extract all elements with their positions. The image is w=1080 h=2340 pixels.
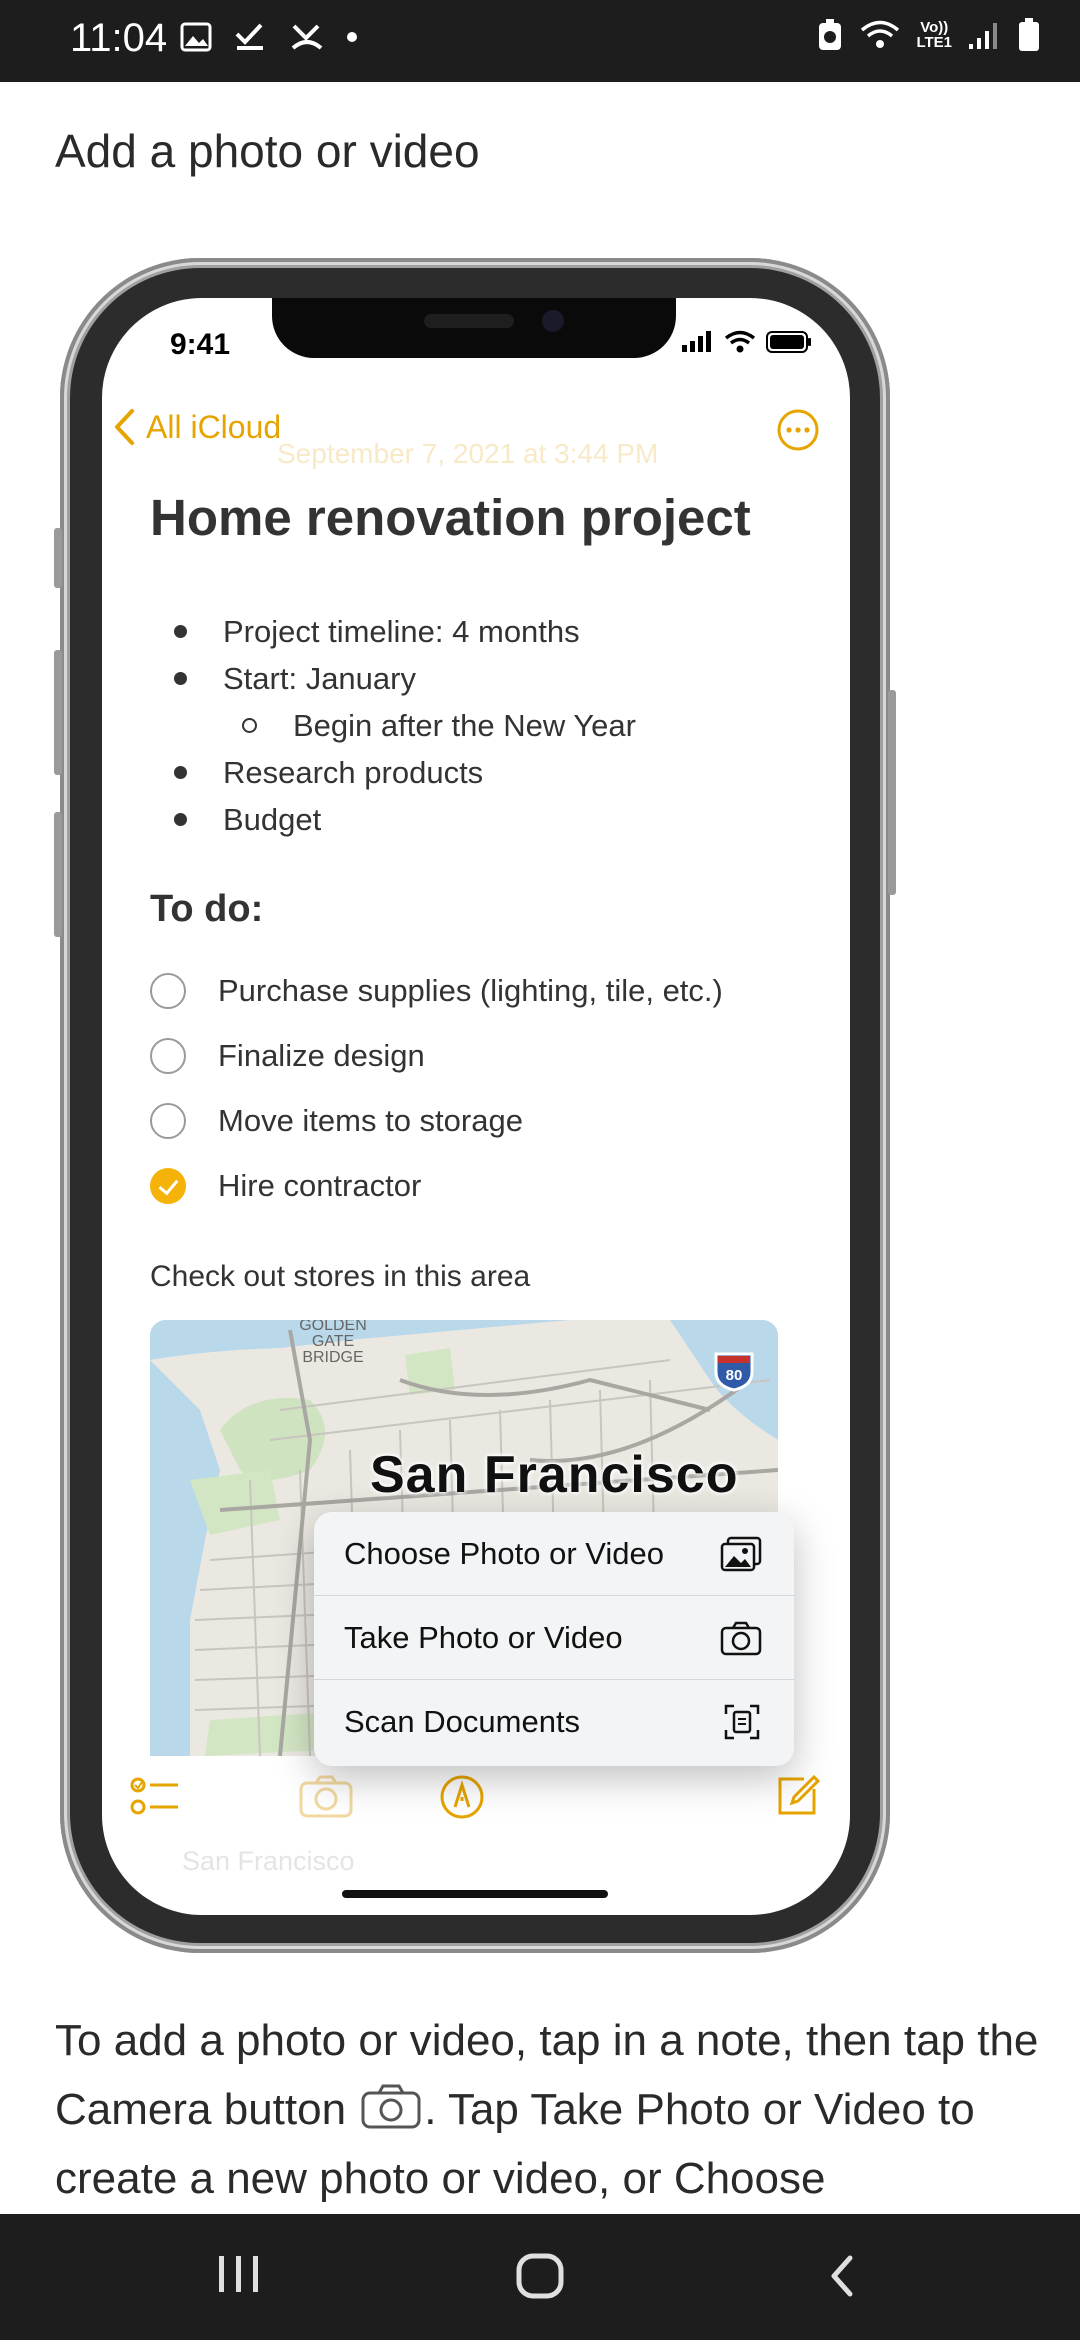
faint-map-caption: San Francisco	[182, 1846, 355, 1876]
phone-volume-down	[54, 812, 62, 937]
home-button[interactable]	[515, 2252, 565, 2305]
map-city-label: San Francisco	[370, 1446, 739, 1504]
system-nav-bar	[0, 2214, 1080, 2340]
home-icon	[516, 2253, 564, 2299]
chevron-left-icon	[115, 409, 134, 445]
note-date: September 7, 2021 at 3:44 PM	[277, 438, 659, 469]
checkbox[interactable]	[150, 1102, 186, 1139]
battery-icon	[1019, 18, 1039, 51]
notch	[272, 298, 676, 358]
dot-icon	[347, 32, 357, 42]
article-paragraph: To add a photo or video, tap in a note, …	[55, 2016, 1039, 2203]
markup-button[interactable]	[438, 1773, 486, 1826]
camera-button[interactable]	[298, 1773, 354, 1824]
task-check-icon	[235, 23, 263, 50]
highway-shield-icon: 80	[714, 1352, 754, 1392]
checkbox-checked[interactable]	[150, 1167, 186, 1204]
checklist: Purchase supplies (lighting, tile, etc.)…	[150, 958, 723, 1218]
list-item: Start: January	[150, 655, 636, 702]
volte-label: Vo)) LTE1	[916, 19, 952, 51]
notes-toolbar	[102, 1773, 850, 1853]
more-options-icon	[777, 409, 819, 451]
checkbox[interactable]	[150, 1037, 186, 1074]
checklist-button[interactable]	[130, 1773, 182, 1824]
phone-signal-icon	[682, 331, 711, 352]
phone-volume-up	[54, 650, 62, 775]
phone-side-button	[54, 528, 62, 588]
list-item: Project timeline: 4 months	[150, 608, 636, 655]
home-indicator	[342, 1890, 608, 1898]
camera-icon	[361, 2084, 421, 2129]
list-item: Begin after the New Year	[150, 702, 636, 749]
signal-icon	[969, 23, 997, 49]
checklist-icon	[130, 1777, 178, 1815]
page-title: Add a photo or video	[55, 125, 480, 177]
missed-call-icon	[291, 24, 323, 50]
list-item: Research products	[150, 749, 636, 796]
camera-popup-menu: Choose Photo or Video Take Photo or Vide…	[314, 1512, 794, 1766]
back-button[interactable]: All iCloud	[112, 408, 281, 446]
phone-time: 9:41	[170, 328, 231, 361]
checklist-item: Move items to storage	[150, 1088, 723, 1153]
phone-power-button	[888, 690, 896, 895]
recent-apps-button[interactable]	[216, 2252, 262, 2301]
note-title[interactable]: Home renovation project	[150, 488, 751, 547]
checklist-item: Finalize design	[150, 1023, 723, 1088]
status-time: 11:04	[70, 16, 168, 60]
status-bar: 11:04 Vo)) LTE1	[0, 0, 1080, 82]
bullet-list[interactable]: Project timeline: 4 months Start: Januar…	[150, 608, 636, 843]
phone-battery-icon	[766, 331, 811, 353]
checkbox[interactable]	[150, 972, 186, 1009]
menu-item-choose-photo[interactable]: Choose Photo or Video	[314, 1512, 794, 1596]
highway-number: 80	[726, 1367, 743, 1384]
back-arrow-icon	[831, 2255, 853, 2297]
todo-heading: To do:	[150, 888, 264, 930]
camera-icon	[720, 1621, 762, 1655]
checklist-item: Purchase supplies (lighting, tile, etc.)	[150, 958, 723, 1023]
battery-saver-icon	[819, 19, 842, 50]
camera-icon	[299, 1775, 353, 1818]
markup-pen-icon	[440, 1775, 484, 1819]
menu-item-scan-documents[interactable]: Scan Documents	[314, 1680, 794, 1764]
back-nav-button[interactable]	[826, 2252, 858, 2305]
checklist-item: Hire contractor	[150, 1153, 723, 1218]
compose-icon	[778, 1774, 821, 1815]
compose-button[interactable]	[774, 1773, 821, 1824]
map-landmark: GOLDEN GATE BRIDGE	[299, 1320, 367, 1366]
more-button[interactable]	[776, 408, 820, 457]
back-label: All iCloud	[146, 408, 282, 445]
phone-wifi-icon	[724, 330, 756, 353]
wifi-icon	[861, 20, 900, 48]
menu-item-take-photo[interactable]: Take Photo or Video	[314, 1596, 794, 1680]
photo-library-icon	[720, 1536, 762, 1571]
scan-document-icon	[724, 1704, 760, 1740]
gallery-notification-icon	[180, 22, 212, 52]
list-item: Budget	[150, 796, 636, 843]
recent-apps-icon	[219, 2256, 258, 2292]
map-caption: Check out stores in this area	[150, 1260, 531, 1293]
